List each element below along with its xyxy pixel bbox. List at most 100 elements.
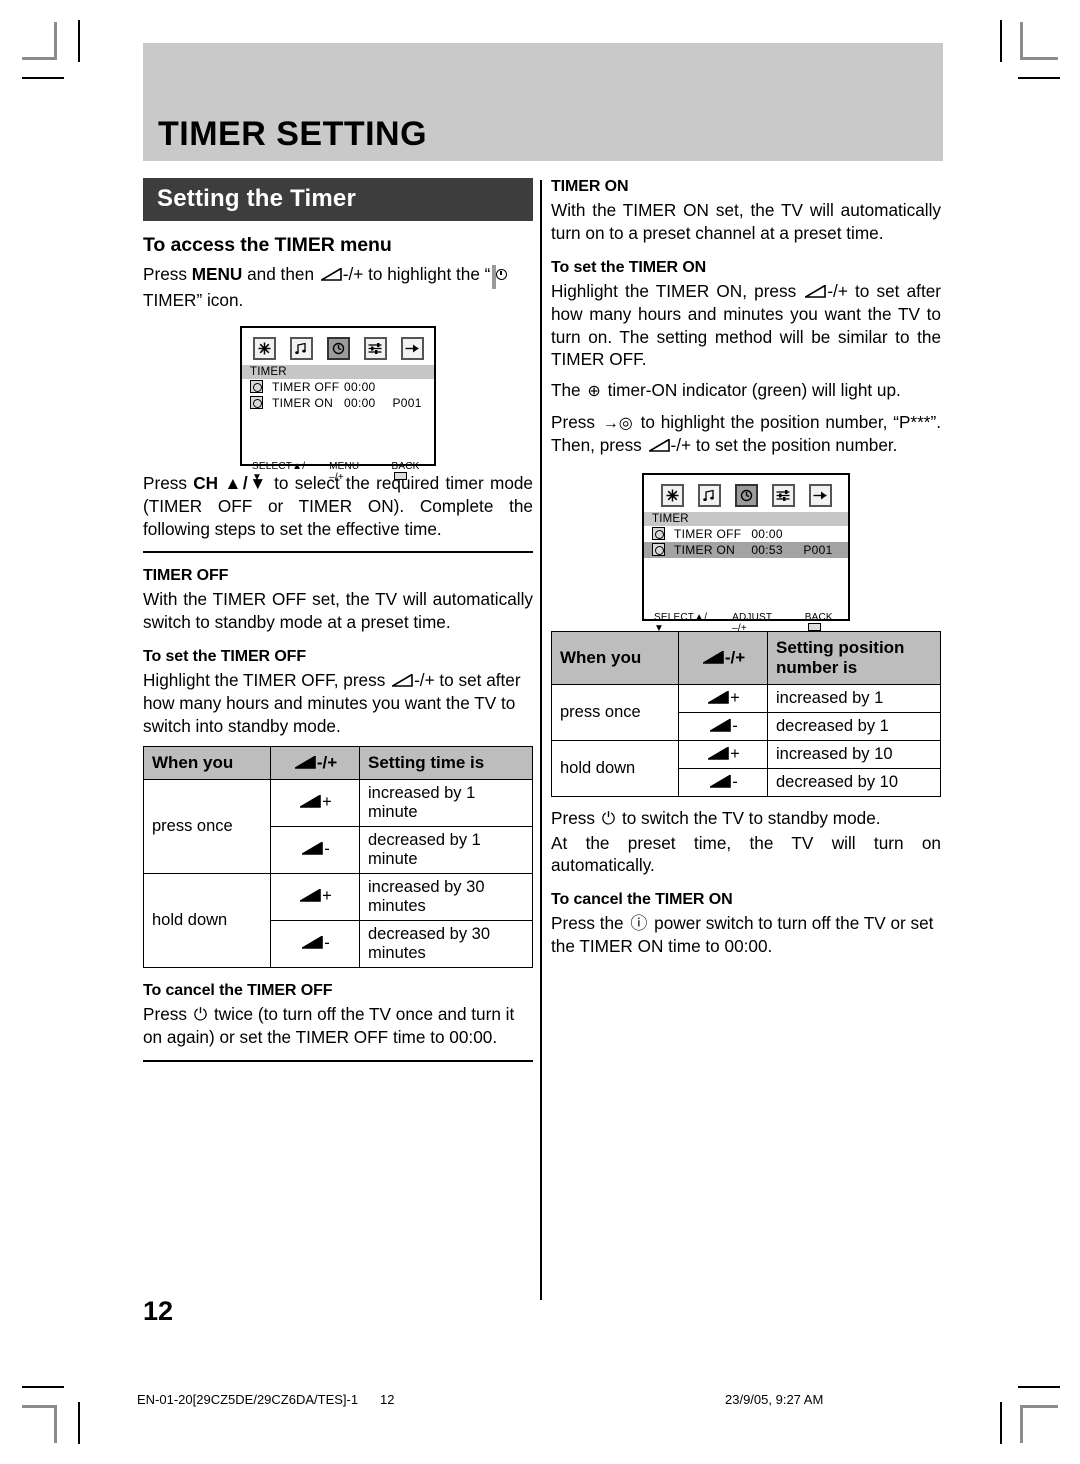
power-switch-icon: ⓘ [630,914,648,934]
volume-wedge-icon [300,795,321,809]
volume-wedge-icon [710,718,732,732]
paragraph-timer-off: With the TIMER OFF set, the TV will auto… [143,589,533,633]
sound-icon[interactable] [289,336,313,360]
osd-row-timer-off[interactable]: TIMER OFF 00:00 [644,526,848,542]
volume-wedge-icon [648,438,670,452]
heading-timer-on: TIMER ON [551,178,629,195]
section-header-setting-the-timer: Setting the Timer [143,178,533,221]
osd-row-position: P001 [392,395,422,410]
heading-set-timer-on: To set the TIMER ON [551,258,707,276]
paragraph-cancel-timer-off: Press ⏻ twice (to turn off the TV once a… [143,1003,533,1049]
volume-wedge-icon [294,755,316,769]
cell-when: hold down [143,872,271,968]
timer-icon[interactable] [326,336,350,360]
paragraph-preset-time-auto: At the preset time, the TV will turn on … [551,832,941,876]
footer-timestamp: 23/9/05, 9:27 AM [725,1392,824,1407]
crop-mark-bottom-right-corner-v [1020,1405,1023,1443]
osd-footer-select: SELECT▲/▼ [654,611,708,634]
right-column: TIMER ON With the TIMER ON set, the TV w… [551,178,941,966]
install-icon[interactable] [808,483,832,507]
timer-on-row-icon [250,396,263,410]
divider-rule-bottom [143,1059,533,1062]
cell-when: hold down [551,739,679,797]
features-icon[interactable] [363,336,387,360]
cell-key-sign: - [324,934,330,953]
cell-result: increased by 1 minute [359,778,533,827]
osd-row-position: P001 [803,542,833,557]
osd-footer-adjust: ADJUST –/+ [732,611,773,634]
cell-result: increased by 30 minutes [359,872,533,921]
crop-mark-bottom-left-corner-h [22,1405,57,1408]
col-key-label: -/+ [724,647,746,667]
timer-off-row-icon [250,380,263,394]
right-arrow-circle-icon: →◎ [602,414,634,432]
text-position-2: -/+ to set the position number. [670,434,898,455]
volume-wedge-icon [708,690,729,704]
timer-on-row-icon [652,543,665,557]
cell-key: + [678,683,768,713]
osd-row-label: TIMER OFF [674,526,742,541]
volume-wedge-icon [302,936,324,950]
heading-set-timer-off: To set the TIMER OFF [143,648,307,666]
text-highlight-on: Highlight the TIMER ON, press [551,280,804,301]
text-press: Press [143,264,192,284]
cell-key: - [678,711,768,741]
cell-result: decreased by 10 [767,767,941,797]
cell-when: press once [551,683,679,741]
osd-menu-timer-default: TIMER TIMER OFF 00:00 TIMER ON 00:00 P00… [240,325,436,483]
install-icon[interactable] [400,336,424,360]
osd-row-time: 00:00 [344,395,376,410]
paragraph-cancel-timer-on: Press the ⓘ power switch to turn off the… [551,912,941,958]
osd-row-timer-on[interactable]: TIMER ON 00:53 P001 [644,541,848,558]
table-header-row: When you -/+ Setting position number is [551,630,941,685]
text-press: Press [143,472,194,493]
picture-icon[interactable] [660,483,684,507]
crop-mark-top-left-bleed-h [22,77,64,79]
osd-row-time: 00:53 [751,542,783,557]
cell-key: + [270,872,360,921]
paragraph-select-timer-mode: Press CH ▲/▼ to select the required time… [143,472,533,541]
cell-result: decreased by 1 [767,711,941,741]
volume-wedge-icon [708,746,729,760]
paragraph-position-number: Press →◎ to highlight the position numbe… [551,411,941,457]
osd-row-timer-off[interactable]: TIMER OFF 00:00 [242,379,434,395]
crop-mark-top-right-bleed-h [1018,77,1060,79]
features-icon[interactable] [771,483,795,507]
cell-when: press once [143,778,271,874]
sound-icon[interactable] [697,483,721,507]
heading-cancel-timer-off: To cancel the TIMER OFF [143,981,333,999]
osd-title: TIMER [242,364,434,379]
table-row: press once + increased by 1 [551,683,941,741]
text-press: Press [143,1003,192,1024]
col-when-you: When you [551,630,679,685]
osd-row-time: 00:00 [751,526,783,541]
crop-mark-top-right-bleed-v [1000,20,1002,62]
table-row: hold down + increased by 30 minutes [143,872,533,968]
cell-result: increased by 10 [767,739,941,769]
cell-key-sign: + [730,688,740,707]
cell-key-sign: - [732,716,738,735]
table-row: hold down + increased by 10 [551,739,941,797]
cell-key-sign: - [324,840,330,859]
volume-wedge-icon [710,774,732,788]
osd-row-label: TIMER OFF [272,379,340,394]
text-indicator: timer-ON indicator (green) will light up… [602,380,901,401]
timer-on-indicator-icon: ⊕ [587,383,601,401]
osd-footer-back-wrap: BACK [805,612,848,634]
power-icon: ⏻ [601,808,616,828]
osd-row-timer-on[interactable]: TIMER ON 00:00 P001 [242,395,434,411]
osd-icon-row [242,328,434,365]
osd-footer-back: BACK [391,460,420,472]
timer-icon[interactable] [734,483,758,507]
col-setting-position-line2: number is [776,657,858,677]
text-timer-icon: TIMER” icon. [143,289,244,310]
cell-key: - [678,767,768,797]
picture-icon[interactable] [252,336,276,360]
col-when-you: When you [143,745,271,780]
col-setting-position: Setting position number is [767,630,941,685]
volume-wedge-icon [702,650,724,664]
table-header-row: When you -/+ Setting time is [143,745,533,780]
ch-arrows-icon: ▲/▼ [218,472,268,493]
page-title-banner: TIMER SETTING [143,43,943,161]
footer-page-number: 12 [380,1392,395,1407]
